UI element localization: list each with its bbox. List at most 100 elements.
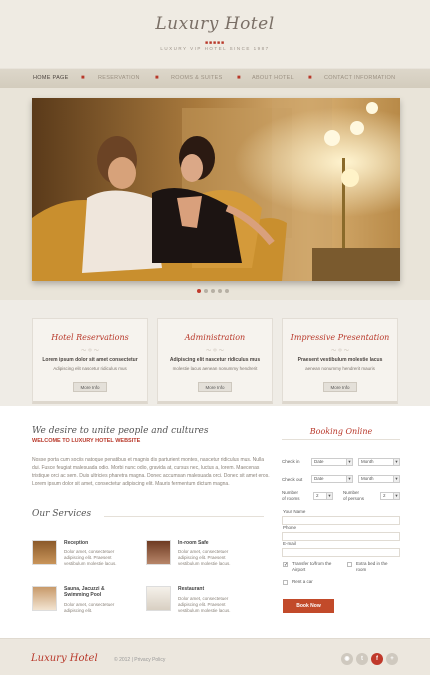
label-line: Airport <box>292 567 306 572</box>
feature-title: Hotel Reservations <box>51 333 129 342</box>
select-value: 2 <box>383 493 386 498</box>
chevron-down-icon: ▼ <box>393 493 399 499</box>
slider-dot[interactable] <box>204 289 208 293</box>
nav-separator: ■ <box>81 75 85 81</box>
label-line: of rooms <box>282 496 300 501</box>
twitter-icon[interactable]: t <box>356 653 368 665</box>
book-now-button[interactable]: Book Now <box>283 599 334 613</box>
ornament-icon: ～ ✽ ～ <box>81 348 99 354</box>
service-text: Dolor amet, consectetuer adipiscing elit… <box>178 596 231 614</box>
nav-item-reservation[interactable]: RESERVATION <box>98 75 140 81</box>
reception-thumbnail[interactable] <box>32 540 57 565</box>
service-title[interactable]: Swimming Pool <box>64 592 101 598</box>
check-out-label: Check out <box>282 477 303 482</box>
ornament-icon: ～ ✽ ～ <box>206 348 224 354</box>
more-info-button[interactable]: More Info <box>198 382 232 392</box>
select-value: Date <box>314 459 324 464</box>
privacy-policy-link[interactable]: Privacy Policy <box>134 657 165 663</box>
footer: Luxury Hotel © 2012 | Privacy Policy ◉ t… <box>0 638 430 675</box>
service-text: Dolor amet, consectetuer adipiscing elit… <box>178 549 231 567</box>
welcome-heading: We desire to unite people and cultures <box>32 426 209 436</box>
main-content: We desire to unite people and cultures W… <box>0 406 430 638</box>
site-logo[interactable]: Luxury Hotel <box>0 14 430 34</box>
name-field[interactable] <box>282 516 400 525</box>
rooms-select[interactable]: 2 ▼ <box>313 492 333 500</box>
phone-field[interactable] <box>282 532 400 541</box>
feature-subtitle: Lorem ipsum dolor sit amet consectetur <box>42 357 138 363</box>
footer-divider: | <box>131 657 133 663</box>
google-plus-icon[interactable]: + <box>386 653 398 665</box>
chevron-down-icon: ▼ <box>393 459 399 465</box>
service-title[interactable]: In-room Safe <box>178 540 209 546</box>
select-value: Date <box>314 476 324 481</box>
feature-title: Impressive Presentation <box>290 333 390 342</box>
feature-subtitle: Praesent vestibulum molestie lacus <box>297 357 383 363</box>
nav-item-about[interactable]: ABOUT HOTEL <box>252 75 294 81</box>
paragraph-line: Nosse porta cum sociis natoque penatibus… <box>32 457 265 463</box>
check-in-month-select[interactable]: Month ▼ <box>358 458 400 466</box>
nav-item-rooms[interactable]: ROOMS & SUITES <box>171 75 223 81</box>
paragraph-line: Lorem ipsum dolor sit amet, consectetur … <box>32 481 230 487</box>
copyright-text: © 2012 <box>114 657 131 663</box>
main-nav: HOME PAGE ■ RESERVATION ■ ROOMS & SUITES… <box>0 68 430 88</box>
select-value: Month <box>361 459 374 464</box>
rss-icon[interactable]: ◉ <box>341 653 353 665</box>
welcome-paragraph: Nosse porta cum sociis natoque penatibus… <box>32 456 272 488</box>
safe-thumbnail[interactable] <box>146 540 171 565</box>
chevron-down-icon: ▼ <box>393 476 399 482</box>
rent-car-checkbox[interactable] <box>283 580 288 585</box>
booking-title: Booking Online <box>309 427 373 436</box>
service-text: Dolor amet, consectetuer adipiscing elit… <box>64 602 114 614</box>
nav-item-contact[interactable]: CONTACT INFORMATION <box>324 75 395 81</box>
site-tagline: LUXURY VIP HOTEL SINCE 1987 <box>160 46 270 51</box>
persons-select[interactable]: 2 ▼ <box>380 492 400 500</box>
welcome-subheading: WELCOME TO LUXURY HOTEL WEBSITE <box>32 438 141 444</box>
nav-item-home[interactable]: HOME PAGE <box>33 75 69 81</box>
select-value: Month <box>361 476 374 481</box>
slider-dot[interactable] <box>218 289 222 293</box>
slider-dot[interactable] <box>225 289 229 293</box>
email-field[interactable] <box>282 548 400 557</box>
header: Luxury Hotel ■■■■■ LUXURY VIP HOTEL SINC… <box>0 0 430 68</box>
nav-separator: ■ <box>308 75 312 81</box>
service-text: Dolor amet, consectetuer adipiscing elit… <box>64 549 117 567</box>
restaurant-thumbnail[interactable] <box>146 586 171 611</box>
sauna-thumbnail[interactable] <box>32 586 57 611</box>
paragraph-line: tristique orci ac sem. Duis ultricies ph… <box>32 473 270 479</box>
chevron-down-icon: ▼ <box>346 459 352 465</box>
slider-dot[interactable] <box>197 289 201 293</box>
feature-title: Administration <box>184 333 246 342</box>
footer-logo[interactable]: Luxury Hotel <box>31 653 98 664</box>
check-in-date-select[interactable]: Date ▼ <box>311 458 353 466</box>
feature-text: aenean nonummy hendrerit mauris <box>305 366 375 371</box>
divider <box>104 516 264 517</box>
persons-label: Number of persons <box>343 490 364 502</box>
more-info-button[interactable]: More Info <box>73 382 107 392</box>
service-text-line: adipiscing elit. <box>64 608 93 613</box>
facebook-icon[interactable]: f <box>371 653 383 665</box>
service-title[interactable]: Restaurant <box>178 586 204 592</box>
email-label: E-mail <box>283 541 296 546</box>
extra-bed-checkbox[interactable] <box>347 562 352 567</box>
check-out-month-select[interactable]: Month ▼ <box>358 475 400 483</box>
slider-dot[interactable] <box>211 289 215 293</box>
slider-pager <box>197 289 232 295</box>
feature-box: Hotel Reservations ～ ✽ ～ Lorem ipsum dol… <box>32 318 148 404</box>
rooms-label: Number of rooms <box>282 490 300 502</box>
more-info-button[interactable]: More Info <box>323 382 357 392</box>
extra-bed-label: Extra bed in the room <box>356 561 388 573</box>
label-line: of persons <box>343 496 365 501</box>
divider <box>282 439 400 440</box>
hero-section <box>0 88 430 300</box>
services-heading: Our Services <box>32 509 92 519</box>
check-out-date-select[interactable]: Date ▼ <box>311 475 353 483</box>
name-label: Your Name <box>283 509 306 514</box>
transfer-label: Transfer to/from the Airport <box>292 561 331 573</box>
paragraph-line: dui. Fusce feugiat malesuada odio. Morbi… <box>32 465 260 471</box>
service-title[interactable]: Reception <box>64 540 88 546</box>
transfer-checkbox[interactable]: ✓ <box>283 562 288 568</box>
check-in-label: Check in <box>282 459 300 464</box>
label-line: room <box>356 567 367 572</box>
phone-label: Phone <box>283 525 297 530</box>
feature-boxes: Hotel Reservations ～ ✽ ～ Lorem ipsum dol… <box>0 300 430 406</box>
